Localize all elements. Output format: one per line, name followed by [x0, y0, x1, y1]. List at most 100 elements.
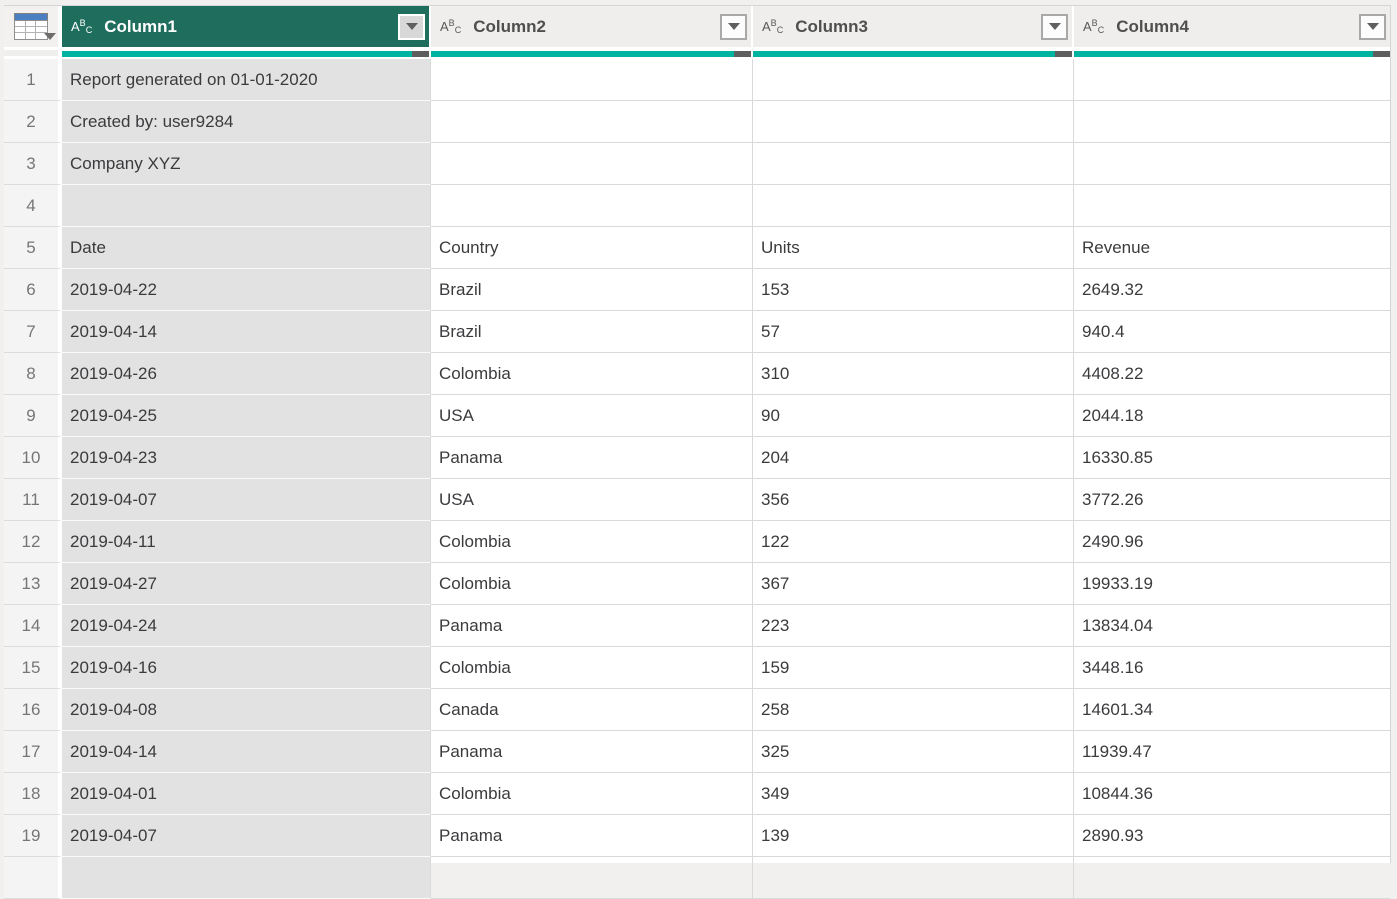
row-number[interactable]: 3	[4, 143, 62, 185]
cell[interactable]: 16330.85	[1074, 437, 1390, 479]
cell[interactable]: 258	[753, 689, 1074, 731]
cell[interactable]: 2019-04-08	[62, 689, 431, 731]
row-number[interactable]: 17	[4, 731, 62, 773]
cell[interactable]: Units	[753, 227, 1074, 269]
cell[interactable]: Country	[431, 227, 753, 269]
cell[interactable]	[753, 185, 1074, 227]
cell[interactable]: 2019-04-26	[62, 353, 431, 395]
cell[interactable]: Colombia	[431, 563, 753, 605]
row-number[interactable]: 6	[4, 269, 62, 311]
cell[interactable]	[753, 59, 1074, 101]
cell[interactable]	[1074, 185, 1390, 227]
cell[interactable]: Panama	[431, 605, 753, 647]
cell[interactable]: 153	[753, 269, 1074, 311]
cell[interactable]	[431, 143, 753, 185]
cell[interactable]	[431, 185, 753, 227]
cell[interactable]: 13834.04	[1074, 605, 1390, 647]
cell[interactable]: 11939.47	[1074, 731, 1390, 773]
row-number[interactable]: 2	[4, 101, 62, 143]
cell[interactable]: 14601.34	[1074, 689, 1390, 731]
cell[interactable]: 4408.22	[1074, 353, 1390, 395]
row-number[interactable]: 16	[4, 689, 62, 731]
cell[interactable]	[431, 59, 753, 101]
cell[interactable]: USA	[431, 395, 753, 437]
table-menu-button[interactable]	[4, 6, 62, 47]
cell[interactable]: 2019-04-27	[62, 563, 431, 605]
column-header-column2[interactable]: ABC Column2	[431, 6, 753, 47]
cell[interactable]: Date	[62, 227, 431, 269]
cell[interactable]: 2890.93	[1074, 815, 1390, 857]
cell[interactable]: 90	[753, 395, 1074, 437]
cell[interactable]: Colombia	[431, 647, 753, 689]
row-number[interactable]: 18	[4, 773, 62, 815]
cell[interactable]: Created by: user9284	[62, 101, 431, 143]
row-number[interactable]: 7	[4, 311, 62, 353]
row-number[interactable]: 5	[4, 227, 62, 269]
cell[interactable]: 2019-04-07	[62, 479, 431, 521]
column-header-column3[interactable]: ABC Column3	[753, 6, 1074, 47]
cell[interactable]: 2649.32	[1074, 269, 1390, 311]
row-number[interactable]: 15	[4, 647, 62, 689]
row-number[interactable]: 11	[4, 479, 62, 521]
row-number[interactable]: 12	[4, 521, 62, 563]
cell[interactable]: 2019-04-22	[62, 269, 431, 311]
row-number[interactable]: 14	[4, 605, 62, 647]
cell[interactable]: 3448.16	[1074, 647, 1390, 689]
filter-dropdown-button[interactable]	[1041, 13, 1068, 40]
cell[interactable]: Company XYZ	[62, 143, 431, 185]
row-number[interactable]: 10	[4, 437, 62, 479]
cell[interactable]	[431, 101, 753, 143]
cell[interactable]: 19933.19	[1074, 563, 1390, 605]
column-header-column1[interactable]: ABC Column1	[62, 6, 431, 47]
cell[interactable]: 122	[753, 521, 1074, 563]
cell[interactable]: 2019-04-14	[62, 311, 431, 353]
cell[interactable]: 2490.96	[1074, 521, 1390, 563]
cell[interactable]	[1074, 857, 1390, 899]
cell[interactable]: 2019-04-16	[62, 647, 431, 689]
cell[interactable]: 3772.26	[1074, 479, 1390, 521]
cell[interactable]: 57	[753, 311, 1074, 353]
row-number[interactable]: 4	[4, 185, 62, 227]
cell[interactable]	[1074, 143, 1390, 185]
cell[interactable]: Brazil	[431, 269, 753, 311]
cell[interactable]	[62, 185, 431, 227]
cell[interactable]: 2019-04-14	[62, 731, 431, 773]
cell[interactable]: Report generated on 01-01-2020	[62, 59, 431, 101]
cell[interactable]: 10844.36	[1074, 773, 1390, 815]
cell[interactable]: Revenue	[1074, 227, 1390, 269]
cell[interactable]: 2019-04-25	[62, 395, 431, 437]
cell[interactable]: 139	[753, 815, 1074, 857]
cell[interactable]: Brazil	[431, 311, 753, 353]
cell[interactable]	[753, 857, 1074, 899]
cell[interactable]: 159	[753, 647, 1074, 689]
filter-dropdown-button[interactable]	[1359, 13, 1386, 40]
cell[interactable]: 2019-04-07	[62, 815, 431, 857]
cell[interactable]: USA	[431, 479, 753, 521]
cell[interactable]	[431, 857, 753, 899]
cell[interactable]: 940.4	[1074, 311, 1390, 353]
row-number[interactable]: 13	[4, 563, 62, 605]
filter-dropdown-button[interactable]	[398, 13, 425, 40]
cell[interactable]: 325	[753, 731, 1074, 773]
cell[interactable]	[753, 143, 1074, 185]
row-number[interactable]	[4, 857, 62, 899]
cell[interactable]: Canada	[431, 689, 753, 731]
cell[interactable]: Colombia	[431, 353, 753, 395]
cell[interactable]	[1074, 59, 1390, 101]
cell[interactable]: Panama	[431, 731, 753, 773]
row-number[interactable]: 19	[4, 815, 62, 857]
cell[interactable]: 223	[753, 605, 1074, 647]
cell[interactable]: 204	[753, 437, 1074, 479]
cell[interactable]	[753, 101, 1074, 143]
cell[interactable]: 2044.18	[1074, 395, 1390, 437]
row-number[interactable]: 1	[4, 59, 62, 101]
cell[interactable]: 349	[753, 773, 1074, 815]
cell[interactable]: 356	[753, 479, 1074, 521]
cell[interactable]: 2019-04-01	[62, 773, 431, 815]
cell[interactable]: 2019-04-11	[62, 521, 431, 563]
row-number[interactable]: 8	[4, 353, 62, 395]
cell[interactable]: 367	[753, 563, 1074, 605]
cell[interactable]: Colombia	[431, 521, 753, 563]
cell[interactable]: Panama	[431, 437, 753, 479]
filter-dropdown-button[interactable]	[720, 13, 747, 40]
